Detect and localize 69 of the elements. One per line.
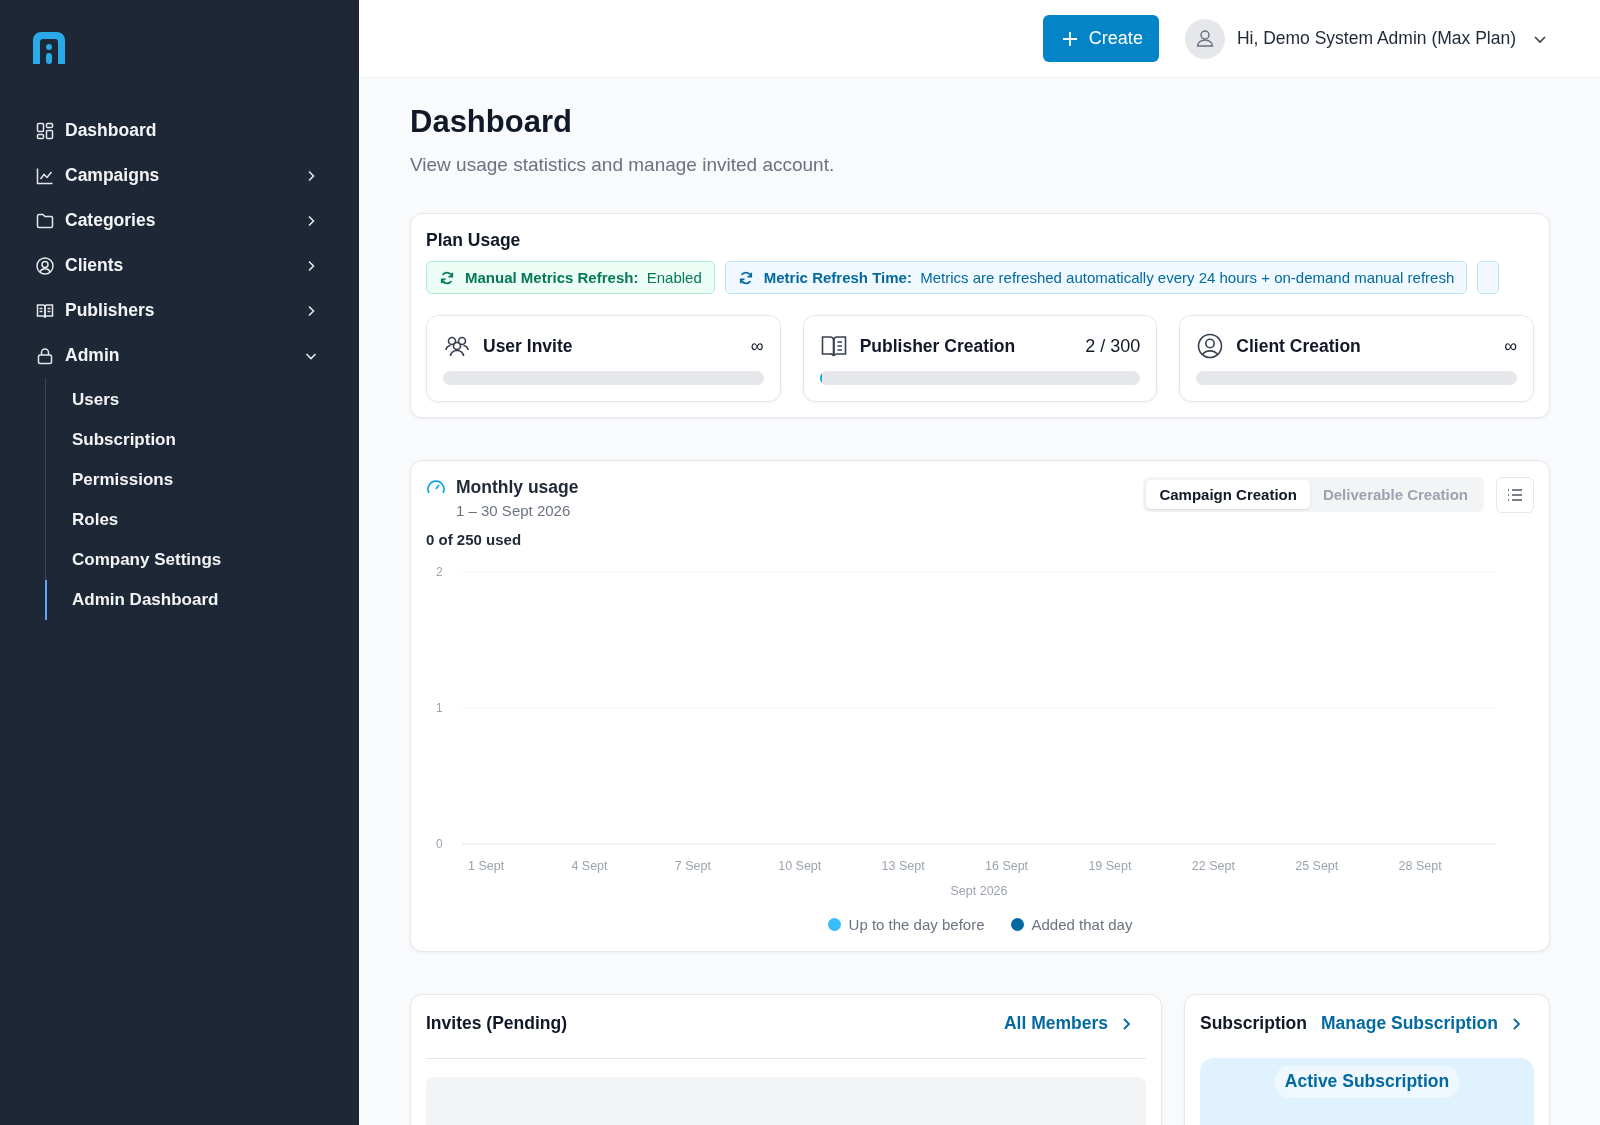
nav-item[interactable]: Clients bbox=[31, 243, 329, 288]
nav-label: Publishers bbox=[65, 300, 156, 321]
chip-text: Manual Metrics Refresh: Enabled bbox=[465, 269, 702, 286]
x-tick-label: 22 Sept bbox=[1191, 859, 1235, 873]
usage-title: Client Creation bbox=[1236, 335, 1362, 357]
lock-icon bbox=[35, 345, 55, 366]
nav-item[interactable]: Campaigns bbox=[31, 153, 329, 198]
legend-label: Added that day bbox=[1031, 916, 1133, 933]
subnav-item[interactable]: Users bbox=[45, 380, 329, 420]
x-tick-label: 25 Sept bbox=[1295, 859, 1339, 873]
list-icon bbox=[1506, 486, 1524, 504]
chip-text: Metric Refresh Time: Metrics are refreshed automatically every 24 hours + on-demand manual refresh bbox=[763, 269, 1455, 286]
usage-limit: ∞ bbox=[1504, 335, 1517, 357]
avatar-icon bbox=[1184, 18, 1225, 59]
page-title: Dashboard bbox=[410, 104, 573, 140]
card-title: Subscription bbox=[1200, 1013, 1307, 1034]
usage-limit: ∞ bbox=[750, 335, 764, 357]
status-pill: Active Subscription bbox=[1274, 1066, 1460, 1098]
x-tick-label: 10 Sept bbox=[778, 859, 822, 873]
x-tick-label: 28 Sept bbox=[1398, 859, 1442, 873]
grid-icon bbox=[35, 120, 55, 141]
legend-label: Up to the day before bbox=[848, 916, 985, 933]
card-title: Plan Usage bbox=[426, 230, 522, 251]
refresh-icon bbox=[737, 269, 754, 286]
logo-icon bbox=[31, 30, 67, 66]
user-circle-icon bbox=[35, 255, 55, 276]
list-button[interactable] bbox=[1496, 477, 1534, 513]
subnav-item[interactable]: Admin Dashboard bbox=[45, 580, 329, 620]
y-tick-label: 2 bbox=[436, 565, 443, 579]
usage-summary: 0 of 250 used bbox=[426, 531, 523, 548]
nav-label: Clients bbox=[65, 255, 125, 276]
nav-item[interactable]: Dashboard bbox=[31, 108, 329, 153]
period-text: 1 – 30 Sept 2026 bbox=[456, 502, 572, 519]
nav-item[interactable]: Categories bbox=[31, 198, 329, 243]
all-members-link[interactable]: All Members bbox=[1003, 1013, 1146, 1034]
card-title: Invites (Pending) bbox=[426, 1013, 567, 1034]
subnav-item[interactable]: Company Settings bbox=[45, 540, 329, 580]
tab[interactable]: Campaign Creation bbox=[1146, 480, 1310, 509]
usage-limit: 2 / 300 bbox=[1085, 335, 1141, 357]
nav-item[interactable]: Publishers bbox=[31, 288, 329, 333]
y-tick-label: 1 bbox=[436, 701, 443, 715]
x-tick-label: 4 Sept bbox=[571, 859, 608, 873]
plus-icon bbox=[1060, 29, 1079, 48]
nav-label: Dashboard bbox=[65, 120, 158, 141]
nav-item[interactable]: Admin bbox=[31, 333, 329, 378]
nav-label: Campaigns bbox=[65, 165, 161, 186]
x-tick-label: 1 Sept bbox=[468, 859, 505, 873]
x-tick-label: 13 Sept bbox=[881, 859, 925, 873]
usage-title: Publisher Creation bbox=[859, 335, 1017, 357]
usage-title: User Invite bbox=[483, 335, 574, 357]
x-tick-label: 16 Sept bbox=[985, 859, 1029, 873]
x-tick-label: 7 Sept bbox=[674, 859, 711, 873]
y-tick-label: 0 bbox=[436, 837, 443, 851]
subnav-item[interactable]: Roles bbox=[45, 500, 329, 540]
x-axis-title: Sept 2026 bbox=[950, 884, 1008, 898]
subnav-item[interactable]: Permissions bbox=[45, 460, 329, 500]
refresh-icon bbox=[439, 269, 455, 286]
card-title: Monthly usage bbox=[456, 477, 579, 498]
user-circle-icon bbox=[1196, 332, 1225, 360]
info-chip bbox=[1477, 261, 1500, 294]
nav-label: Categories bbox=[65, 210, 157, 231]
x-tick-label: 19 Sept bbox=[1088, 859, 1132, 873]
create-button[interactable]: Create bbox=[1042, 15, 1159, 62]
nav-label: Admin bbox=[65, 345, 121, 366]
page-subtitle: View usage statistics and manage invited account. bbox=[410, 154, 836, 176]
subnav-item[interactable]: Subscription bbox=[45, 420, 329, 460]
user-greeting: Hi, Demo System Admin (Max Plan) bbox=[1236, 28, 1516, 49]
user-menu[interactable]: Hi, Demo System Admin (Max Plan) bbox=[1184, 18, 1548, 59]
manage-subscription-link[interactable]: Manage Subscription bbox=[1320, 1013, 1536, 1034]
